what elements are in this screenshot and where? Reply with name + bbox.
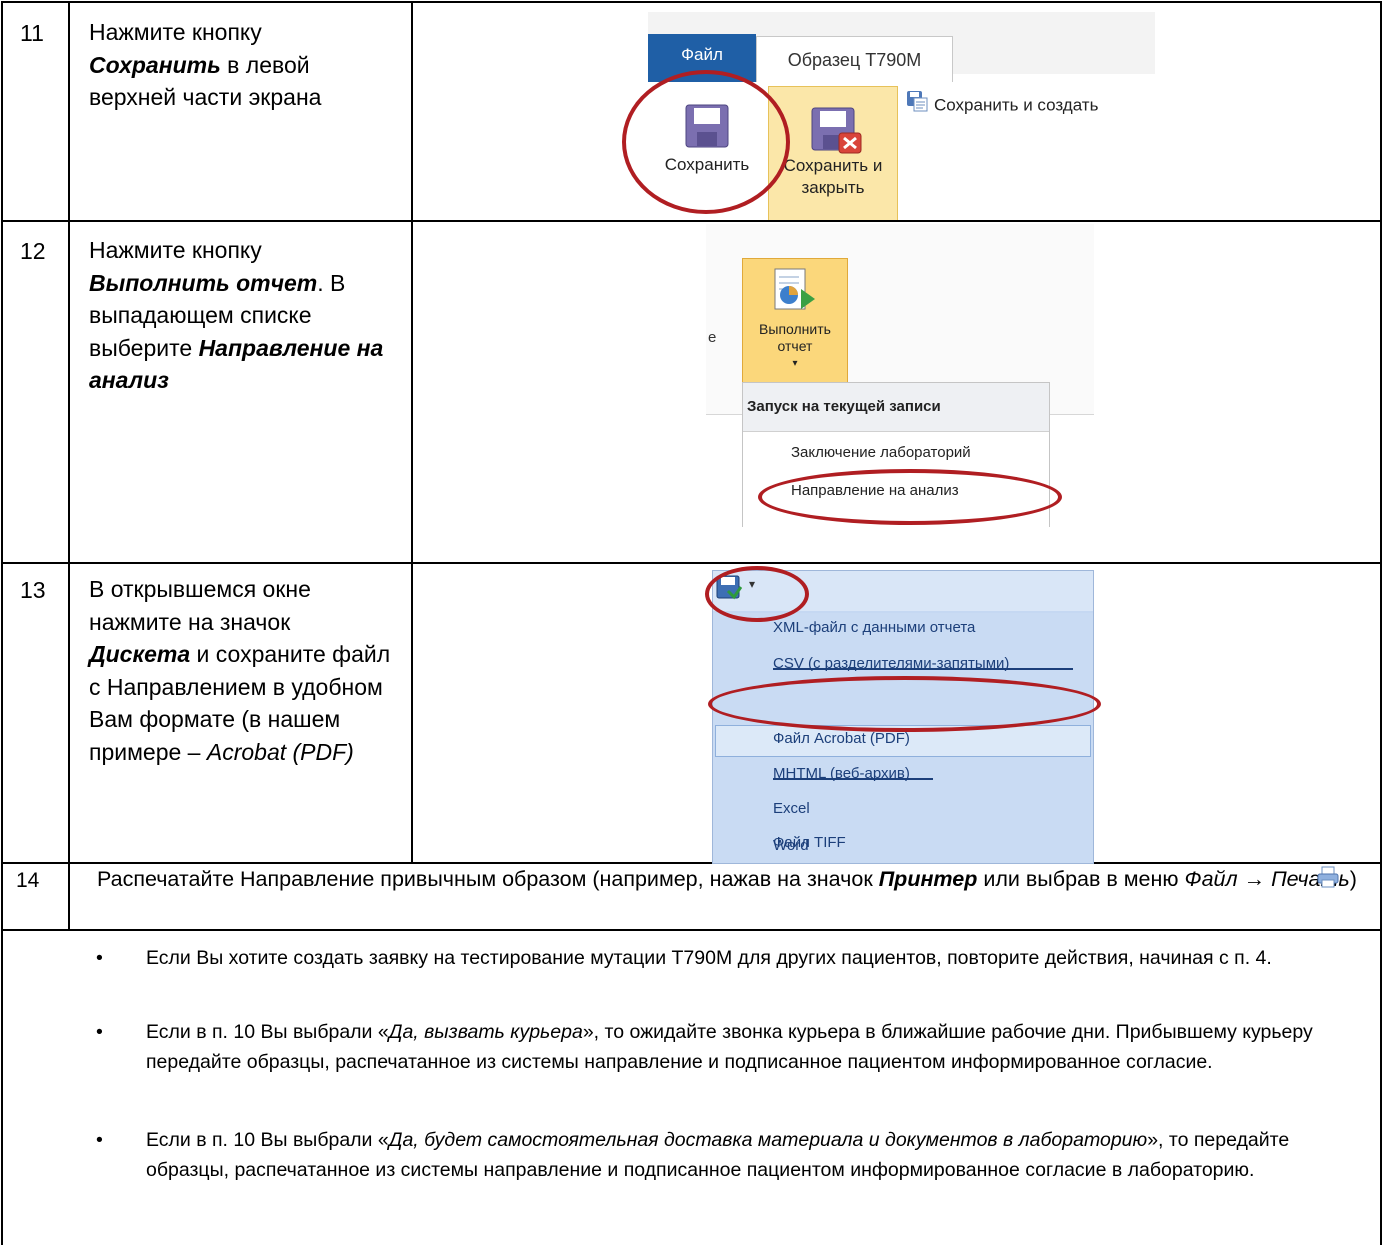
- printer-icon: [1316, 866, 1340, 888]
- strike-line: [773, 778, 933, 780]
- highlight-ellipse-pdf: [708, 676, 1101, 732]
- bullet-icon: •: [96, 1129, 103, 1151]
- text-run: Если в п. 10 Вы выбрали «: [146, 1021, 389, 1043]
- tab-document[interactable]: Образец T790M: [756, 36, 953, 85]
- export-option-word[interactable]: Word: [773, 837, 809, 854]
- menu-item-lab-conclusion[interactable]: Заключение лабораторий: [791, 444, 971, 461]
- table-border-left: [1, 1, 3, 1245]
- export-option-xml[interactable]: XML-файл с данными отчета: [773, 619, 975, 636]
- bullet-icon: •: [96, 947, 103, 969]
- row-divider-1: [1, 220, 1382, 222]
- text-run: Нажмите кнопку: [89, 237, 262, 263]
- table-border-top: [1, 1, 1382, 3]
- instruction-text: Распечатайте Направление привычным образ…: [97, 864, 1367, 895]
- text-run: Нажмите кнопку: [89, 19, 262, 45]
- row-number: 13: [20, 577, 46, 603]
- row-divider-4: [1, 929, 1382, 931]
- text-run: Выполнить отчет: [89, 269, 318, 296]
- text-run: Если Вы хотите создать заявку на тестиро…: [146, 947, 1272, 969]
- text-run: Если в п. 10 Вы выбрали «: [146, 1129, 389, 1151]
- export-option-pdf[interactable]: Файл Acrobat (PDF): [773, 730, 910, 747]
- floppy-disk-close-icon: [811, 107, 862, 154]
- dropdown-arrow-icon: ▾: [792, 358, 798, 369]
- column-divider-1: [68, 1, 70, 930]
- text-run: Acrobat (PDF): [206, 738, 354, 765]
- strike-line: [773, 668, 1073, 670]
- save-new-icon: [906, 90, 928, 122]
- highlight-circle-save: [622, 70, 790, 214]
- report-icon: [773, 267, 817, 315]
- note-text: Если Вы хотите создать заявку на тестиро…: [146, 943, 1356, 973]
- run-report-button[interactable]: Выполнить отчет ▾: [742, 258, 848, 384]
- instruction-text: В открывшемся окне нажмите на значок Дис…: [89, 573, 394, 768]
- column-divider-2: [411, 1, 413, 863]
- text-run: Дискета: [89, 641, 191, 667]
- export-format-list: XML-файл с данными отчета CSV (с раздели…: [713, 613, 1093, 863]
- save-and-create-label: Сохранить и создать: [934, 95, 1099, 115]
- run-report-label: Выполнить отчет: [759, 321, 831, 354]
- highlight-circle-disk: [705, 566, 809, 622]
- instruction-text: Нажмите кнопку Выполнить отчет. В выпада…: [89, 234, 389, 397]
- note-text: Если в п. 10 Вы выбрали «Да, будет самос…: [146, 1125, 1356, 1185]
- bullet-icon: •: [96, 1021, 103, 1043]
- text-run: Распечатайте Направление привычным образ…: [97, 867, 879, 891]
- instruction-text: Нажмите кнопку Сохранить в левой верхней…: [89, 16, 399, 114]
- clipped-label: е: [708, 329, 717, 346]
- text-run: В открывшемся окне нажмите на значок: [89, 576, 311, 635]
- row-number: 14: [16, 869, 40, 892]
- export-option-excel[interactable]: Excel: [773, 800, 810, 817]
- text-run: Да, вызвать курьера: [388, 1021, 583, 1043]
- text-run: Да, будет самостоятельная доставка матер…: [388, 1129, 1148, 1151]
- save-and-close-label: Сохранить и закрыть: [783, 156, 883, 197]
- save-and-create-button[interactable]: Сохранить и создать: [906, 90, 1098, 120]
- table-border-right: [1380, 1, 1382, 1245]
- text-run: ): [1349, 867, 1357, 891]
- menu-header: Запуск на текущей записи: [743, 383, 1049, 432]
- text-run: Принтер: [878, 867, 978, 891]
- row-number: 12: [20, 238, 46, 264]
- row-divider-2: [1, 562, 1382, 564]
- note-text: Если в п. 10 Вы выбрали «Да, вызвать кур…: [146, 1017, 1356, 1077]
- highlight-ellipse-referral: [758, 469, 1062, 525]
- row-number: 11: [20, 20, 44, 46]
- text-run: или выбрав в меню: [983, 867, 1185, 891]
- text-run: Сохранить: [89, 51, 221, 78]
